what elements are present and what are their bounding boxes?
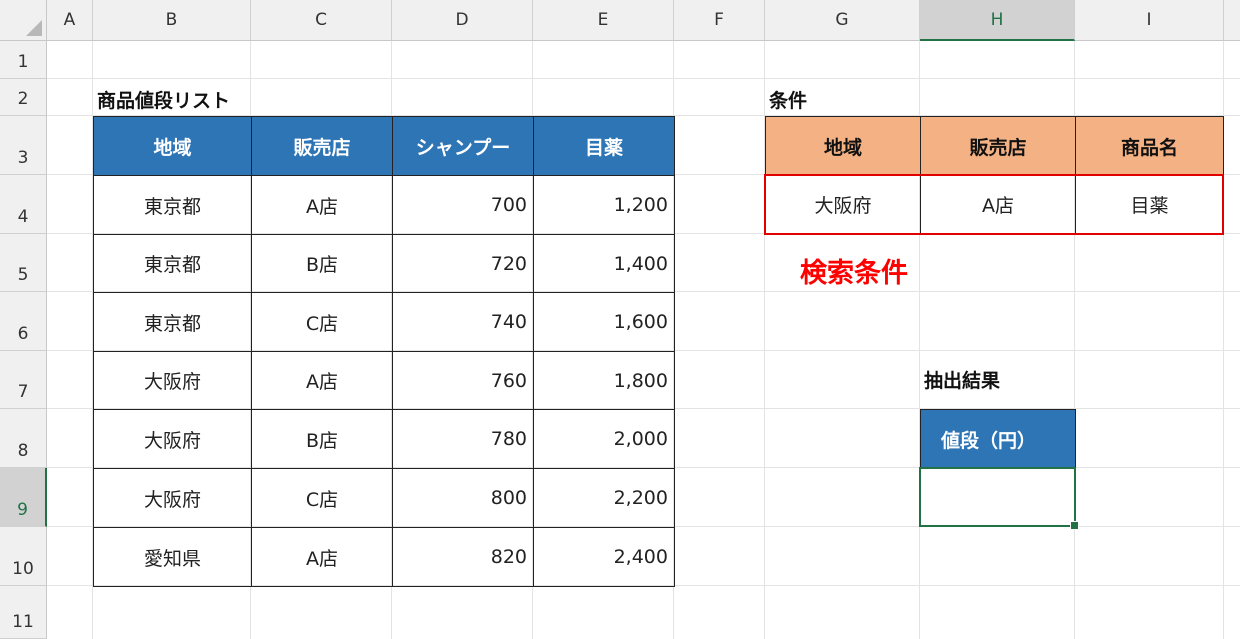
condition-value-product[interactable]: 目薬 — [1075, 175, 1224, 234]
row-header-9[interactable]: 9 — [0, 468, 47, 527]
price-cell-region[interactable]: 東京都 — [93, 292, 252, 352]
price-cell-eyedrops[interactable]: 2,400 — [533, 527, 675, 587]
result-value — [921, 469, 1074, 525]
column-header-d[interactable]: D — [392, 0, 533, 41]
spreadsheet: A B C D E F G H I 1 2 3 4 5 6 7 8 9 10 1… — [0, 0, 1240, 639]
condition-header-region[interactable]: 地域 — [765, 116, 921, 176]
price-cell-region[interactable]: 大阪府 — [93, 409, 252, 469]
conditions-title: 条件 — [769, 90, 808, 112]
row-header-1[interactable]: 1 — [0, 41, 47, 79]
price-cell-eyedrops[interactable]: 1,200 — [533, 175, 675, 235]
column-header-e[interactable]: E — [533, 0, 674, 41]
condition-header-product[interactable]: 商品名 — [1075, 116, 1224, 176]
price-cell-eyedrops[interactable]: 2,200 — [533, 468, 675, 528]
row-header-5[interactable]: 5 — [0, 234, 47, 292]
price-cell-shampoo[interactable]: 740 — [392, 292, 534, 352]
row-header-10[interactable]: 10 — [0, 527, 47, 586]
condition-header-store[interactable]: 販売店 — [920, 116, 1076, 176]
result-header-price[interactable]: 値段（円） — [920, 409, 1076, 469]
price-cell-shampoo[interactable]: 720 — [392, 234, 534, 293]
row-header-2[interactable]: 2 — [0, 79, 47, 116]
price-cell-store[interactable]: B店 — [251, 409, 393, 469]
column-header-b[interactable]: B — [93, 0, 251, 41]
row-header-3[interactable]: 3 — [0, 116, 47, 175]
price-cell-store[interactable]: C店 — [251, 468, 393, 528]
price-header-region[interactable]: 地域 — [93, 116, 252, 176]
price-cell-shampoo[interactable]: 820 — [392, 527, 534, 587]
column-header-f[interactable]: F — [674, 0, 765, 41]
select-all-triangle-icon — [26, 20, 42, 36]
price-cell-store[interactable]: A店 — [251, 527, 393, 587]
price-cell-region[interactable]: 東京都 — [93, 175, 252, 235]
fill-handle[interactable] — [1070, 521, 1079, 530]
price-cell-store[interactable]: A店 — [251, 351, 393, 410]
row-header-11[interactable]: 11 — [0, 586, 47, 639]
price-cell-region[interactable]: 大阪府 — [93, 468, 252, 528]
result-title: 抽出結果 — [924, 370, 1001, 392]
price-header-store[interactable]: 販売店 — [251, 116, 393, 176]
select-all-corner[interactable] — [0, 0, 47, 41]
column-header-a[interactable]: A — [47, 0, 93, 41]
price-list-title: 商品値段リスト — [97, 90, 231, 112]
price-cell-store[interactable]: A店 — [251, 175, 393, 235]
condition-value-store[interactable]: A店 — [920, 175, 1076, 234]
price-cell-shampoo[interactable]: 760 — [392, 351, 534, 410]
search-condition-note: 検索条件 — [800, 258, 908, 289]
price-cell-region[interactable]: 東京都 — [93, 234, 252, 293]
price-cell-store[interactable]: C店 — [251, 292, 393, 352]
column-header-overflow — [1224, 0, 1240, 41]
price-cell-store[interactable]: B店 — [251, 234, 393, 293]
price-cell-region[interactable]: 大阪府 — [93, 351, 252, 410]
column-header-g[interactable]: G — [765, 0, 920, 41]
column-header-c[interactable]: C — [251, 0, 392, 41]
column-header-h[interactable]: H — [920, 0, 1075, 41]
price-header-shampoo[interactable]: シャンプー — [392, 116, 534, 176]
gridline — [47, 78, 1240, 79]
row-header-4[interactable]: 4 — [0, 175, 47, 234]
price-cell-region[interactable]: 愛知県 — [93, 527, 252, 587]
price-cell-eyedrops[interactable]: 2,000 — [533, 409, 675, 469]
price-cell-eyedrops[interactable]: 1,400 — [533, 234, 675, 293]
active-cell-h9[interactable] — [919, 467, 1076, 527]
price-cell-eyedrops[interactable]: 1,800 — [533, 351, 675, 410]
price-cell-eyedrops[interactable]: 1,600 — [533, 292, 675, 352]
row-header-7[interactable]: 7 — [0, 351, 47, 409]
price-cell-shampoo[interactable]: 780 — [392, 409, 534, 469]
price-cell-shampoo[interactable]: 700 — [392, 175, 534, 235]
row-header-6[interactable]: 6 — [0, 292, 47, 351]
price-header-eyedrops[interactable]: 目薬 — [533, 116, 675, 176]
row-header-8[interactable]: 8 — [0, 409, 47, 468]
condition-value-region[interactable]: 大阪府 — [765, 175, 921, 234]
column-header-i[interactable]: I — [1075, 0, 1224, 41]
price-cell-shampoo[interactable]: 800 — [392, 468, 534, 528]
